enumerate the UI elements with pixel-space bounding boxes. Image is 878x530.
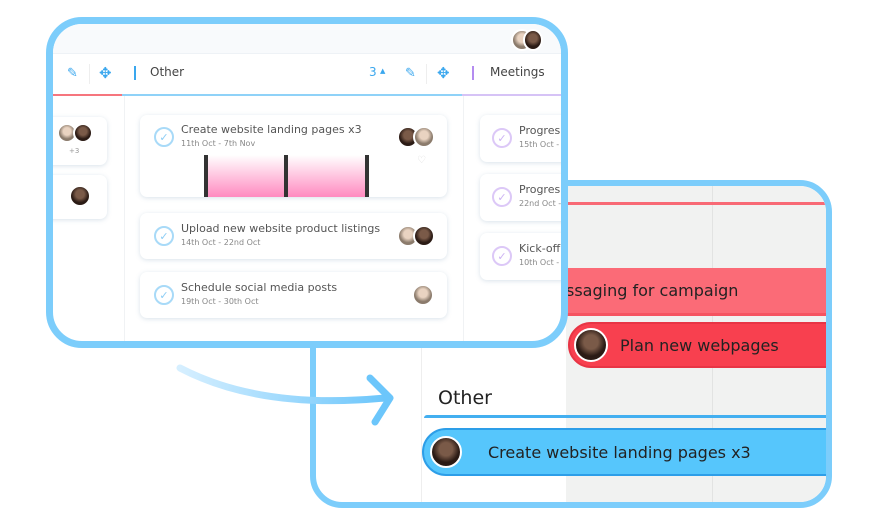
board-panel: ✎ ✥ Other 3 ▲ ✎ ✥ Meetings +3 ✓ Create w… xyxy=(46,17,568,348)
check-icon[interactable]: ✓ xyxy=(154,127,174,147)
task-title: Create website landing pages x3 xyxy=(181,123,362,136)
task-dates: 10th Oct - xyxy=(519,258,560,267)
check-icon[interactable]: ✓ xyxy=(492,128,512,148)
task-card[interactable] xyxy=(53,175,107,219)
bar-label: ssaging for campaign xyxy=(566,281,739,300)
column-underline-purple xyxy=(462,94,561,96)
check-icon[interactable]: ✓ xyxy=(492,187,512,207)
check-icon[interactable]: ✓ xyxy=(154,226,174,246)
edit-icon[interactable]: ✎ xyxy=(405,66,416,81)
meeting-card[interactable]: ✓ Kick-off 10th Oct - xyxy=(480,233,561,280)
arrow-icon xyxy=(176,364,394,426)
column-title-other: Other xyxy=(150,65,185,79)
meeting-card[interactable]: ✓ Progres 22nd Oct - xyxy=(480,174,562,221)
bar-label: Plan new webpages xyxy=(620,335,779,355)
column-color-marker xyxy=(134,66,136,80)
user-avatar[interactable] xyxy=(523,29,543,51)
avatar xyxy=(413,126,435,148)
meeting-card[interactable]: ✓ Progres 15th Oct - xyxy=(480,115,561,162)
task-dates: 15th Oct - xyxy=(519,140,560,149)
divider xyxy=(426,64,427,84)
task-card-product-listings[interactable]: ✓ Upload new website product listings 14… xyxy=(140,213,447,259)
column-underline-blue xyxy=(122,94,462,96)
avatar xyxy=(69,185,91,207)
task-card[interactable]: +3 xyxy=(53,117,107,165)
top-bar xyxy=(53,24,561,54)
task-count: 3 xyxy=(369,65,377,79)
task-dates: 11th Oct - 7th Nov xyxy=(181,139,256,148)
avatar xyxy=(73,123,93,143)
gantt-bar-plan-webpages[interactable]: Plan new webpages xyxy=(568,322,826,368)
task-title: Schedule social media posts xyxy=(181,281,338,294)
heart-icon[interactable]: ♡ xyxy=(417,155,426,166)
task-title: Progres xyxy=(519,183,561,196)
check-icon[interactable]: ✓ xyxy=(154,285,174,305)
task-card-social-posts[interactable]: ✓ Schedule social media posts 19th Oct -… xyxy=(140,272,447,318)
column-divider xyxy=(124,96,125,341)
task-card-landing-pages[interactable]: ✓ Create website landing pages x3 11th O… xyxy=(140,115,447,197)
avatar xyxy=(413,225,435,247)
column-headers: ✎ ✥ Other 3 ▲ ✎ ✥ Meetings xyxy=(53,54,561,94)
column-title-meetings: Meetings xyxy=(490,65,545,79)
avatar xyxy=(412,284,434,306)
more-assignees-count: +3 xyxy=(69,147,80,155)
group-label-other: Other xyxy=(438,387,492,409)
cover-detail xyxy=(284,155,288,197)
move-icon[interactable]: ✥ xyxy=(437,64,450,82)
check-icon[interactable]: ✓ xyxy=(492,246,512,266)
divider xyxy=(89,64,90,84)
task-dates: 14th Oct - 22nd Oct xyxy=(181,238,261,247)
column-color-marker xyxy=(472,66,474,80)
avatar xyxy=(430,436,462,468)
task-title: Kick-off xyxy=(519,242,561,255)
bar-label: Create website landing pages x3 xyxy=(488,442,751,462)
task-title: Upload new website product listings xyxy=(181,222,381,235)
move-icon[interactable]: ✥ xyxy=(99,64,112,82)
task-dates: 22nd Oct - xyxy=(519,199,562,208)
edit-icon[interactable]: ✎ xyxy=(67,66,78,81)
column-underline-red xyxy=(53,94,122,96)
task-dates: 19th Oct - 30th Oct xyxy=(181,297,259,306)
group-line-blue xyxy=(424,415,826,418)
avatar xyxy=(574,328,608,362)
task-title: Progres xyxy=(519,124,561,137)
gantt-bar-landing-pages[interactable]: Create website landing pages x3 xyxy=(422,428,826,476)
column-divider xyxy=(463,96,464,341)
caret-up-icon[interactable]: ▲ xyxy=(380,67,385,75)
